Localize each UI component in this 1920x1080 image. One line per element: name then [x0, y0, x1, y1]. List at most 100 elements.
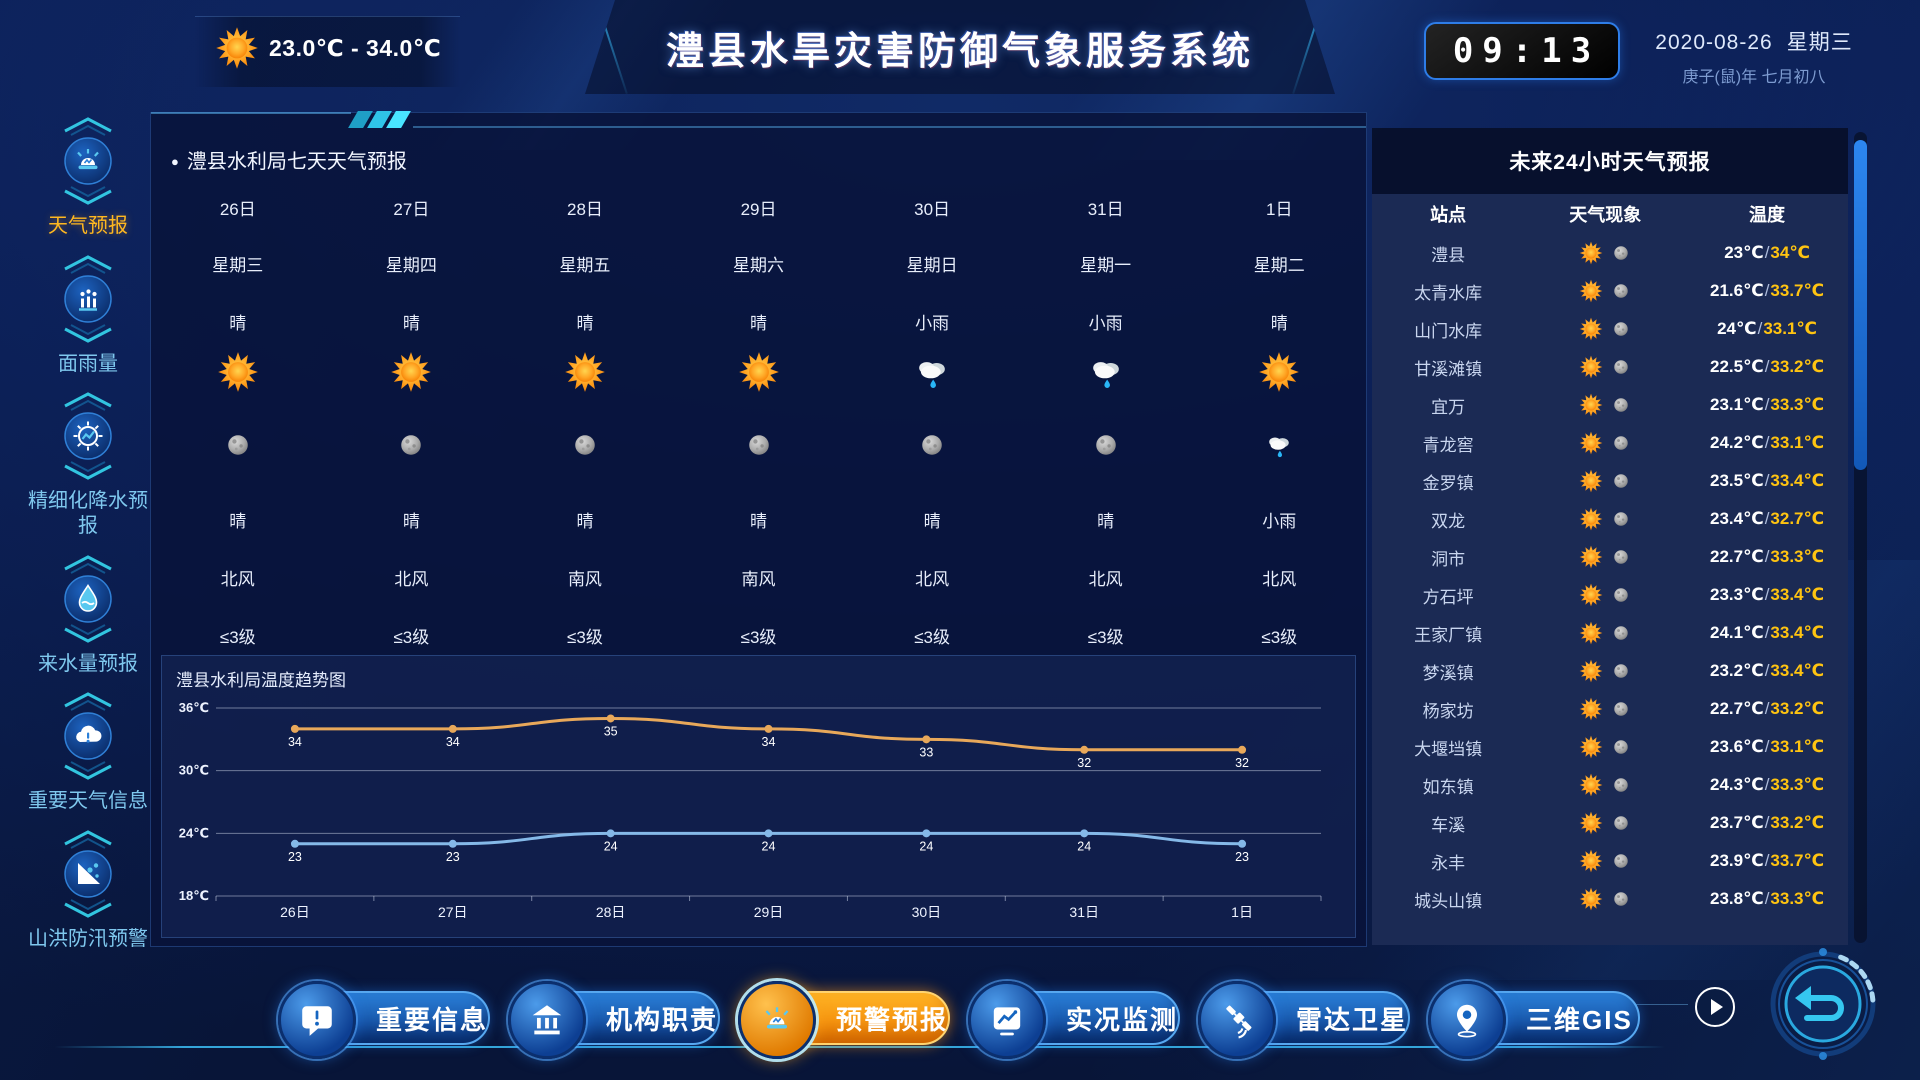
nav-button-icon: [1218, 1001, 1256, 1039]
moon-icon: [1610, 470, 1632, 492]
forecast-day-column[interactable]: 1日 星期二 晴 小雨 北风 ≤3级: [1192, 181, 1366, 651]
station-row[interactable]: 大堰垱镇 23.6℃/33.1℃: [1372, 728, 1848, 766]
forecast-day-column[interactable]: 26日 星期三 晴 晴 北风 ≤3级: [151, 181, 325, 651]
bottom-nav-button[interactable]: 重要信息: [284, 986, 490, 1050]
forecast-day-column[interactable]: 29日 星期六 晴 晴 南风 ≤3级: [672, 181, 846, 651]
station-row[interactable]: 山门水库 24℃/33.1℃: [1372, 310, 1848, 348]
svg-text:23: 23: [446, 850, 460, 864]
svg-text:23: 23: [1235, 850, 1249, 864]
station-row[interactable]: 金罗镇 23.5℃/33.4℃: [1372, 462, 1848, 500]
forecast-day-column[interactable]: 30日 星期日 小雨 晴 北风 ≤3级: [845, 181, 1019, 651]
high-temp: 33.1℃: [1770, 737, 1824, 756]
forecast-day-weather: 晴: [672, 309, 846, 334]
forecast-date: 1日: [1192, 195, 1366, 220]
high-temp: 34℃: [1770, 243, 1810, 262]
station-temperature: 23.8℃/33.3℃: [1686, 889, 1848, 909]
station-name: 青龙窖: [1372, 431, 1524, 456]
high-temp: 33.7℃: [1770, 281, 1824, 300]
svg-text:29日: 29日: [754, 904, 784, 920]
sun-icon: [1579, 279, 1603, 303]
sidebar-item[interactable]: 来水量预报: [38, 552, 138, 677]
title-edge-left: [596, 2, 628, 94]
bottom-nav: 重要信息 机构职责 预警预报: [284, 986, 1640, 1050]
high-temp: 33.4℃: [1770, 585, 1824, 604]
moon-icon: [1610, 318, 1632, 340]
station-weather-icons: [1524, 469, 1686, 493]
bottom-nav-button[interactable]: 机构职责: [514, 986, 720, 1050]
station-weather-icons: [1524, 507, 1686, 531]
sidebar-item[interactable]: 面雨量: [42, 252, 134, 377]
sidebar-item[interactable]: 天气预报: [42, 114, 134, 239]
forecast-24h-panel: 未来24小时天气预报 站点 天气现象 温度 澧县 23℃/34℃ 太: [1372, 128, 1848, 945]
station-row[interactable]: 双龙 23.4℃/32.7℃: [1372, 500, 1848, 538]
station-row[interactable]: 澧县 23℃/34℃: [1372, 234, 1848, 272]
station-name: 城头山镇: [1372, 887, 1524, 912]
sidebar-item-label: 山洪防汛预警: [28, 927, 148, 952]
night-weather-icon: [222, 429, 254, 461]
svg-text:31日: 31日: [1069, 904, 1099, 920]
bottom-nav-button[interactable]: 雷达卫星: [1204, 986, 1410, 1050]
forecast-day-column[interactable]: 27日 星期四 晴 晴 北风 ≤3级: [325, 181, 499, 651]
chart-title: 澧县水利局温度趋势图: [176, 666, 346, 691]
station-row[interactable]: 杨家坊 22.7℃/33.2℃: [1372, 690, 1848, 728]
nav-button-icon: [298, 1001, 336, 1039]
back-button[interactable]: [1767, 948, 1879, 1060]
bottom-nav-button[interactable]: 实况监测: [974, 986, 1180, 1050]
station-row[interactable]: 青龙窖 24.2℃/33.1℃: [1372, 424, 1848, 462]
forecast-weekday: 星期二: [1192, 251, 1366, 276]
day-weather-icon: [217, 351, 259, 393]
station-row[interactable]: 梦溪镇 23.2℃/33.4℃: [1372, 652, 1848, 690]
station-row[interactable]: 如东镇 24.3℃/33.3℃: [1372, 766, 1848, 804]
moon-icon: [1610, 850, 1632, 872]
low-temp: 23.9℃: [1710, 851, 1764, 870]
station-row[interactable]: 永丰 23.9℃/33.7℃: [1372, 842, 1848, 880]
station-weather-icons: [1524, 583, 1686, 607]
sidebar-item[interactable]: 重要天气信息: [28, 689, 148, 814]
panel-24h-table: 站点 天气现象 温度 澧县 23℃/34℃ 太青水库: [1372, 194, 1848, 945]
forecast-day-column[interactable]: 28日 星期五 晴 晴 南风 ≤3级: [498, 181, 672, 651]
forecast-day-column[interactable]: 31日 星期一 小雨 晴 北风 ≤3级: [1019, 181, 1193, 651]
station-row[interactable]: 甘溪滩镇 22.5℃/33.2℃: [1372, 348, 1848, 386]
low-temp: 24℃: [1717, 319, 1757, 338]
scrollbar-track[interactable]: [1854, 132, 1867, 943]
station-row[interactable]: 车溪 23.7℃/33.2℃: [1372, 804, 1848, 842]
station-row[interactable]: 洞市 22.7℃/33.3℃: [1372, 538, 1848, 576]
station-name: 双龙: [1372, 507, 1524, 532]
bottom-nav-button[interactable]: 三维GIS: [1434, 986, 1640, 1050]
lunar-date-label: 庚子(鼠)年 七月初八: [1634, 63, 1874, 87]
low-temp: 23℃: [1724, 243, 1764, 262]
station-row[interactable]: 王家厂镇 24.1℃/33.4℃: [1372, 614, 1848, 652]
play-button[interactable]: [1695, 987, 1735, 1027]
day-weather-icon: [1258, 351, 1300, 393]
station-weather-icons: [1524, 241, 1686, 265]
forecast-weekday: 星期日: [845, 251, 1019, 276]
sidebar-item[interactable]: 精细化降水预报: [21, 389, 155, 539]
sun-icon: [1579, 241, 1603, 265]
station-name: 梦溪镇: [1372, 659, 1524, 684]
svg-text:36℃: 36℃: [179, 700, 209, 715]
station-row[interactable]: 方石坪 23.3℃/33.4℃: [1372, 576, 1848, 614]
station-row[interactable]: 宜万 23.1℃/33.3℃: [1372, 386, 1848, 424]
station-name: 金罗镇: [1372, 469, 1524, 494]
station-weather-icons: [1524, 887, 1686, 911]
sidebar-item[interactable]: 山洪防汛预警: [28, 827, 148, 952]
scrollbar-thumb[interactable]: [1854, 140, 1867, 470]
panel-top-line: [151, 112, 351, 114]
forecast-night-weather: 晴: [672, 507, 846, 532]
sidebar-item-icon: [42, 389, 134, 485]
bottom-nav-button[interactable]: 预警预报: [744, 986, 950, 1050]
forecast-night-weather: 晴: [151, 507, 325, 532]
svg-text:18℃: 18℃: [179, 888, 209, 903]
forecast-date: 31日: [1019, 195, 1193, 220]
forecast-night-weather: 晴: [1019, 507, 1193, 532]
panel-24h-header: 未来24小时天气预报: [1372, 128, 1848, 194]
sun-icon: [1579, 811, 1603, 835]
header-title-area: 澧县水旱灾害防御气象服务系统: [585, 0, 1335, 94]
station-row[interactable]: 城头山镇 23.8℃/33.3℃: [1372, 880, 1848, 918]
station-temperature: 23℃/34℃: [1686, 243, 1848, 263]
forecast-wind-level: ≤3级: [498, 623, 672, 648]
bullet-icon: ●: [171, 154, 179, 169]
station-row[interactable]: 太青水库 21.6℃/33.7℃: [1372, 272, 1848, 310]
low-temp: 23.5℃: [1710, 471, 1764, 490]
high-temp: 32.7℃: [1770, 509, 1824, 528]
